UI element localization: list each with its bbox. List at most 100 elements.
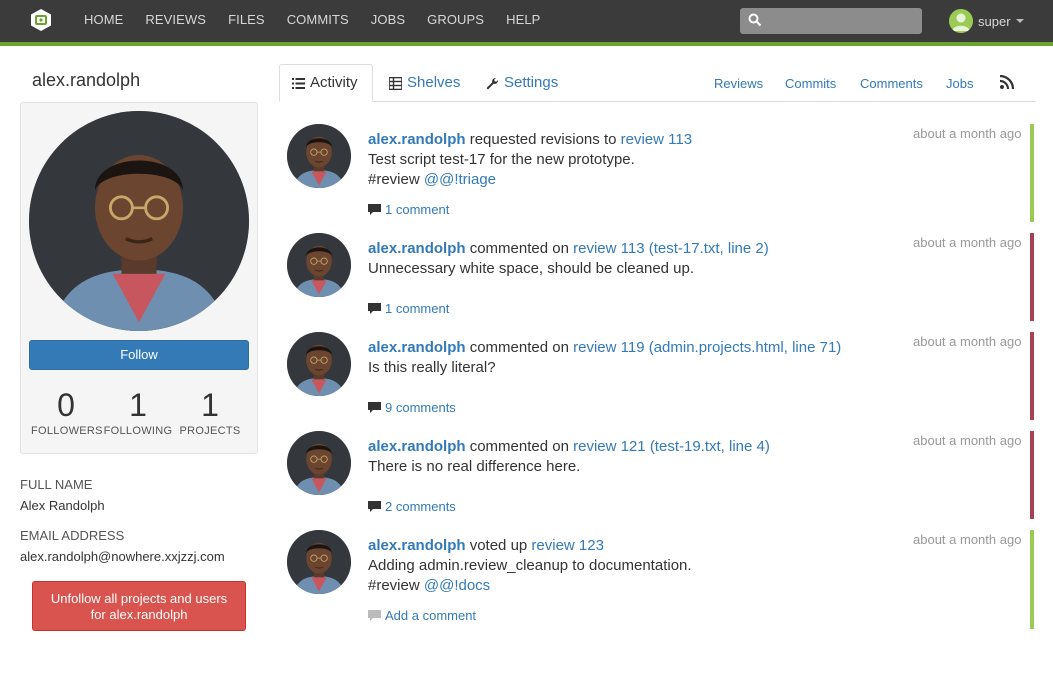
activity-body: alex.randolph requested revisions to rev… [368, 124, 908, 190]
profile-card: Follow 0 FOLLOWERS 1 FOLLOWING 1 PROJECT… [20, 102, 258, 454]
activity-body: alex.randolph commented on review 119 (a… [368, 332, 908, 378]
stat-followers[interactable]: 0 FOLLOWERS [31, 387, 103, 437]
rss-icon[interactable] [1000, 75, 1014, 89]
list-icon [292, 77, 305, 89]
activity-time: about a month ago [913, 334, 1022, 349]
avatar[interactable] [287, 530, 351, 594]
nav-jobs[interactable]: JOBS [360, 0, 416, 42]
follow-button[interactable]: Follow [29, 340, 249, 370]
stat-label: FOLLOWERS [31, 425, 103, 437]
activity-body: alex.randolph commented on review 121 (t… [368, 431, 908, 477]
profile-username: alex.randolph [32, 70, 141, 90]
nav-home[interactable]: HOME [73, 0, 134, 42]
activity-item: alex.randolph commented on review 119 (a… [287, 332, 1036, 422]
tab-activity[interactable]: Activity [279, 64, 373, 102]
status-bar [1030, 124, 1034, 222]
nav-help[interactable]: HELP [495, 0, 551, 42]
target-link[interactable]: review 121 (test-19.txt, line 4) [573, 438, 770, 455]
filter-reviews[interactable]: Reviews [714, 76, 763, 91]
search-input[interactable] [768, 11, 918, 31]
nav-reviews[interactable]: REVIEWS [134, 0, 217, 42]
wrench-icon [486, 77, 499, 89]
activity-action: commented on [469, 339, 569, 356]
mention-link[interactable]: @@!docs [424, 577, 490, 594]
status-bar [1030, 332, 1034, 420]
nav-files[interactable]: FILES [217, 0, 276, 42]
main-nav: HOME REVIEWS FILES COMMITS JOBS GROUPS H… [73, 0, 551, 42]
nav-commits[interactable]: COMMITS [276, 0, 360, 42]
activity-action: requested revisions to [469, 131, 617, 148]
filter-jobs[interactable]: Jobs [946, 76, 973, 91]
filter-commits[interactable]: Commits [785, 76, 836, 91]
activity-text: There is no real difference here. [368, 458, 581, 475]
actor-link[interactable]: alex.randolph [368, 537, 466, 554]
nav-groups[interactable]: GROUPS [416, 0, 495, 42]
comments-count: 9 comments [385, 400, 456, 415]
hashtag: #review [368, 577, 420, 594]
actor-link[interactable]: alex.randolph [368, 438, 466, 455]
stat-value: 1 [129, 387, 147, 423]
hashtag-line: #review @@!triage [368, 170, 908, 190]
unfollow-line-1: Unfollow all projects and users [50, 591, 228, 606]
avatar[interactable] [287, 233, 351, 297]
target-link[interactable]: review 113 [621, 131, 692, 148]
search-box [740, 8, 922, 34]
user-menu[interactable]: super [949, 9, 1024, 33]
full-name-label: FULL NAME [20, 477, 93, 492]
actor-link[interactable]: alex.randolph [368, 240, 466, 257]
comment-icon [368, 500, 381, 512]
comment-icon [368, 609, 381, 621]
activity-headline: alex.randolph commented on review 121 (t… [368, 437, 908, 457]
email-label: EMAIL ADDRESS [20, 528, 125, 543]
add-comment-link[interactable]: Add a comment [368, 608, 476, 623]
comments-count: 1 comment [385, 202, 450, 217]
activity-headline: alex.randolph commented on review 119 (a… [368, 338, 908, 358]
avatar[interactable] [287, 332, 351, 396]
comments-link[interactable]: 2 comments [368, 499, 456, 514]
target-link[interactable]: review 123 [531, 537, 604, 554]
activity-text: Is this really literal? [368, 359, 496, 376]
hashtag-line: #review @@!docs [368, 576, 908, 596]
unfollow-all-button[interactable]: Unfollow all projects and users for alex… [32, 581, 246, 631]
target-link[interactable]: review 113 (test-17.txt, line 2) [573, 240, 769, 257]
activity-headline: alex.randolph requested revisions to rev… [368, 130, 908, 150]
email-value: alex.randolph@nowhere.xxjzzj.com [20, 549, 225, 564]
full-name-value: Alex Randolph [20, 498, 105, 513]
activity-text: Test script test-17 for the new prototyp… [368, 151, 635, 168]
comments-link[interactable]: 9 comments [368, 400, 456, 415]
activity-time: about a month ago [913, 235, 1022, 250]
logo-icon[interactable] [29, 8, 53, 32]
stat-label: FOLLOWING [103, 425, 173, 437]
comment-icon [368, 203, 381, 215]
user-avatar [949, 9, 973, 33]
hashtag: #review [368, 171, 420, 188]
actor-link[interactable]: alex.randolph [368, 131, 466, 148]
actor-link[interactable]: alex.randolph [368, 339, 466, 356]
activity-item: alex.randolph commented on review 113 (t… [287, 233, 1036, 323]
stat-projects[interactable]: 1 PROJECTS [175, 387, 245, 437]
activity-item: alex.randolph commented on review 121 (t… [287, 431, 1036, 521]
chevron-down-icon [1015, 19, 1024, 23]
activity-body: alex.randolph voted up review 123 Adding… [368, 530, 908, 596]
stat-following[interactable]: 1 FOLLOWING [103, 387, 173, 437]
comments-link[interactable]: 1 comment [368, 202, 449, 217]
avatar[interactable] [287, 431, 351, 495]
activity-headline: alex.randolph commented on review 113 (t… [368, 239, 908, 259]
activity-headline: alex.randolph voted up review 123 [368, 536, 908, 556]
unfollow-line-2: for alex.randolph [90, 607, 188, 622]
comments-link[interactable]: 1 comment [368, 301, 449, 316]
comments-count: 1 comment [385, 301, 450, 316]
activity-action: commented on [469, 438, 569, 455]
activity-item: alex.randolph requested revisions to rev… [287, 124, 1036, 224]
mention-link[interactable]: @@!triage [424, 171, 496, 188]
avatar[interactable] [287, 124, 351, 188]
add-comment-label: Add a comment [385, 608, 477, 623]
target-link[interactable]: review 119 (admin.projects.html, line 71… [573, 339, 841, 356]
filter-comments[interactable]: Comments [860, 76, 923, 91]
tab-shelves[interactable]: Shelves [389, 64, 460, 102]
stat-value: 0 [57, 387, 75, 423]
activity-item: alex.randolph voted up review 123 Adding… [287, 530, 1036, 630]
navbar-accent-bar [0, 42, 1053, 46]
activity-time: about a month ago [913, 126, 1022, 141]
tab-settings[interactable]: Settings [486, 64, 558, 102]
